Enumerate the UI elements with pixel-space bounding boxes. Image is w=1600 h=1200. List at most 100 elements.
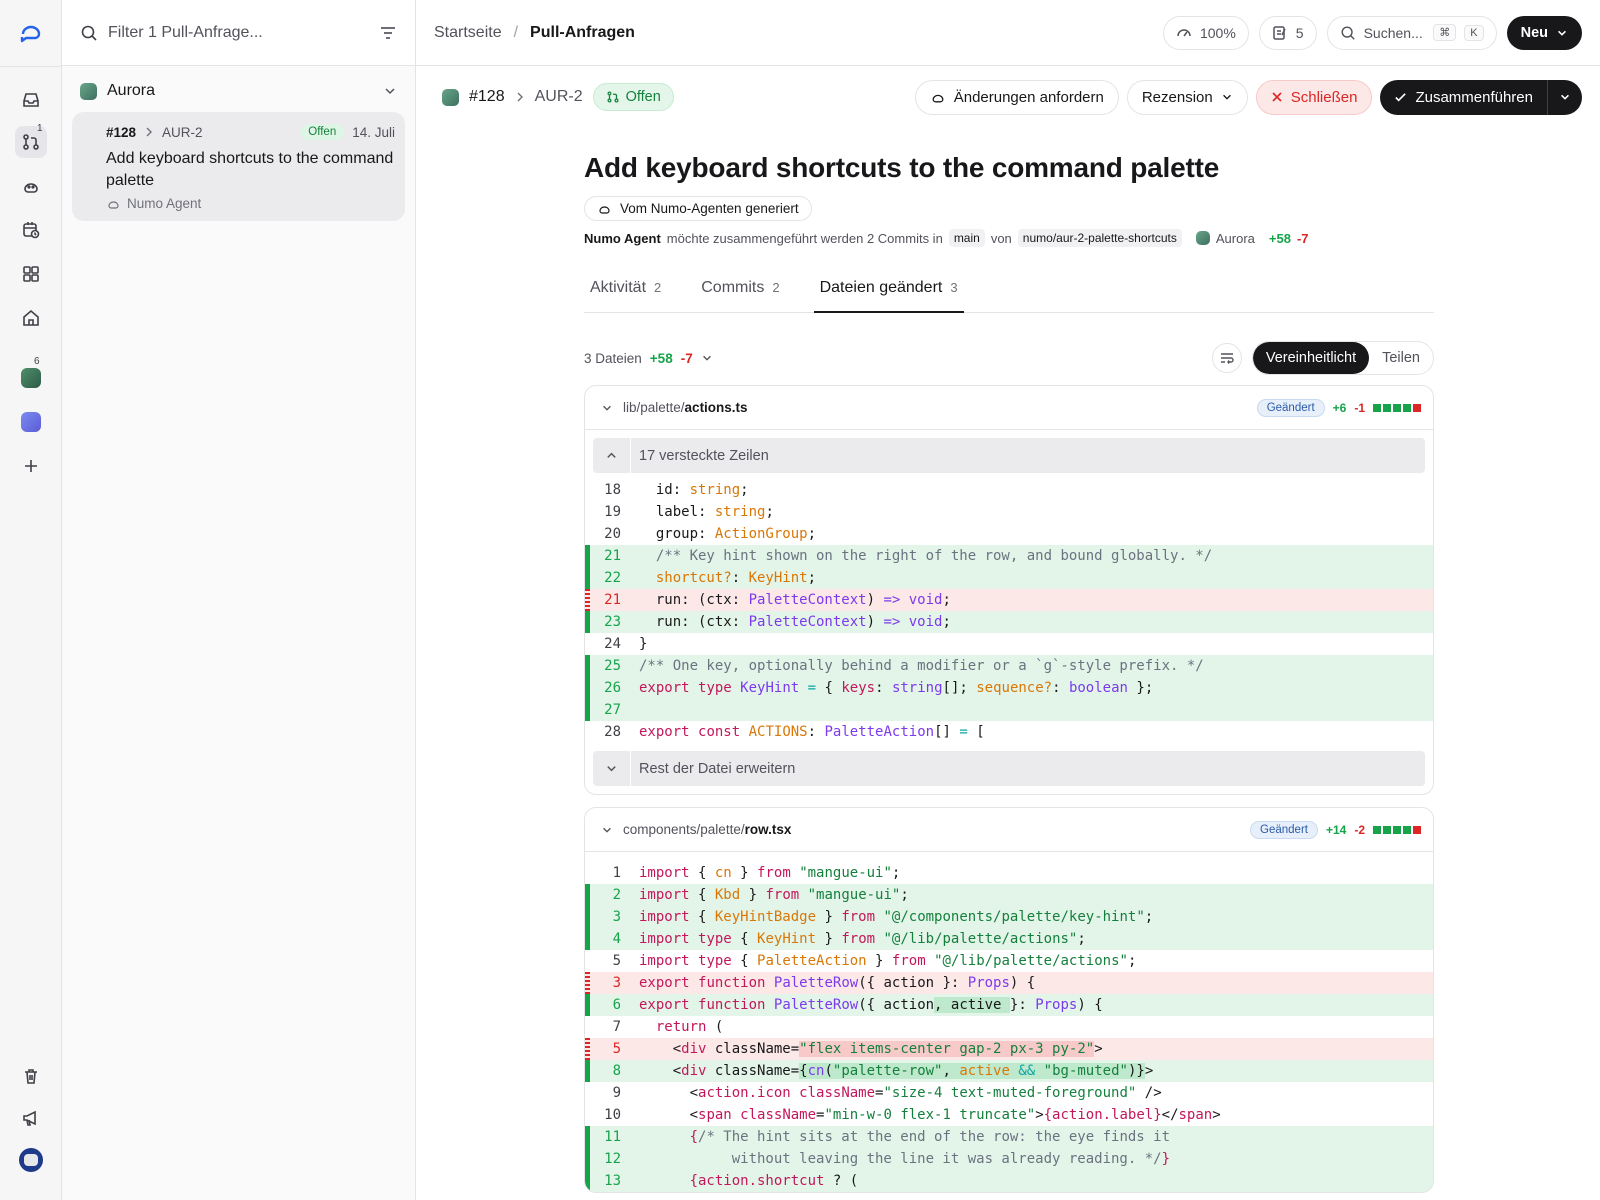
diff-line-added: 12 without leaving the line it was alrea… xyxy=(585,1148,1433,1170)
meta-author[interactable]: Numo Agent xyxy=(584,231,661,246)
diff-line: 18 id: string; xyxy=(604,482,749,498)
kbd-key: K xyxy=(1464,24,1484,41)
diff-line-added: 6 export function PaletteRow({ action, ac… xyxy=(585,994,1433,1016)
meta-repo[interactable]: Aurora xyxy=(1216,231,1255,246)
breadcrumb-home[interactable]: Startseite xyxy=(434,24,502,42)
request-changes-button[interactable]: Änderungen anfordern xyxy=(914,79,1119,115)
chevron-down-icon[interactable] xyxy=(601,402,613,414)
diff-line: 5 import type { PaletteAction } from "@/l… xyxy=(612,953,1137,969)
repo-dot-icon xyxy=(80,82,97,100)
meta-removed: -7 xyxy=(1296,230,1309,246)
head-branch[interactable]: numo/aur-2-palette-shortcuts xyxy=(1017,229,1182,247)
diff-line: 20 group: ActionGroup; xyxy=(604,526,817,542)
diff-line: 19 label: string; xyxy=(604,504,774,520)
repo-purple-icon[interactable] xyxy=(15,406,47,438)
pr-key: AUR-2 xyxy=(162,124,203,140)
pr-author: Numo Agent xyxy=(127,196,202,211)
diffstat-bar xyxy=(1373,825,1421,834)
pr-tabs: Aktivität 2 Commits 2 Dateien geändert 3 xyxy=(584,279,1434,313)
diff-line-added: 22 shortcut?: KeyHint; xyxy=(585,567,1433,589)
diffstat-bar xyxy=(1373,403,1421,412)
megaphone-icon[interactable] xyxy=(15,1102,47,1134)
pulls-badge: 1 xyxy=(37,123,43,134)
chevron-down-icon[interactable] xyxy=(383,84,397,98)
chevron-down-icon[interactable] xyxy=(601,824,613,836)
diff-lines: 1 import { cn } from "mangue-ui"; 2 import… xyxy=(585,862,1433,1192)
view-mode-toggle: Vereinheitlicht Teilen xyxy=(1251,341,1434,375)
pull-requests-icon[interactable]: 1 xyxy=(15,123,47,158)
split-view-button[interactable]: Teilen xyxy=(1369,342,1433,374)
diff-line-added: 13 {action.shortcut ? ( xyxy=(585,1170,1433,1192)
diff-line-removed: 5 <div className="flex items-center gap-… xyxy=(585,1038,1433,1060)
breadcrumb: Startseite / Pull-Anfragen xyxy=(434,23,635,42)
diff-line-removed: 3 export function PaletteRow({ action }: … xyxy=(585,972,1433,994)
diff-line-removed: 21 run: (ctx: PaletteContext) => void; xyxy=(585,589,1433,611)
diff-line-added: 3 import { KeyHintBadge } from "@/compone… xyxy=(585,906,1433,928)
diff-lines: 18 id: string; 19 label: string; 20 grou… xyxy=(585,479,1433,743)
meta-added: +58 xyxy=(1268,230,1291,246)
diff-line: 1 import { cn } from "mangue-ui"; xyxy=(612,865,901,881)
diff-line-added: 25/** One key, optionally behind a modif… xyxy=(585,655,1433,677)
diff-line-added: 27 xyxy=(585,699,1433,721)
page-title: Add keyboard shortcuts to the command pa… xyxy=(584,152,1220,183)
diff-file-header[interactable]: lib/palette/actions.ts Geändert +6 -1 xyxy=(585,386,1433,430)
filter-bar xyxy=(62,0,415,66)
base-branch[interactable]: main xyxy=(948,229,985,247)
grid-icon[interactable] xyxy=(15,258,47,290)
diff-file-header[interactable]: components/palette/row.tsx Geändert +14 … xyxy=(585,808,1433,852)
filter-input[interactable] xyxy=(108,23,369,42)
diff-line-added: 26 export type KeyHint = { keys: string[]… xyxy=(585,677,1433,699)
diff-line: 7 return ( xyxy=(612,1019,724,1035)
repo-dot-icon xyxy=(442,88,459,106)
pr-number: #128 xyxy=(106,124,137,140)
repo-aurora-icon[interactable]: 6 xyxy=(15,356,47,394)
diff-line-added: 4 import type { KeyHint } from "@/lib/pal… xyxy=(585,928,1433,950)
main-panel: Startseite / Pull-Anfragen 100% 5 Suchen… xyxy=(416,0,1600,1200)
pr-key: AUR-2 xyxy=(534,88,583,105)
home-icon[interactable] xyxy=(15,302,47,334)
user-avatar-icon[interactable] xyxy=(15,1144,47,1176)
search-button[interactable]: Suchen... ⌘ K xyxy=(1326,15,1497,50)
search-icon xyxy=(81,25,97,41)
notes-button[interactable]: 5 xyxy=(1258,15,1317,50)
zoom-button[interactable]: 100% xyxy=(1162,15,1249,50)
pr-content: Add keyboard shortcuts to the command pa… xyxy=(584,128,1434,1193)
merge-button[interactable]: Zusammenführen xyxy=(1380,79,1548,115)
diff-file: lib/palette/actions.ts Geändert +6 -1 17… xyxy=(584,385,1434,795)
pull-request-icon xyxy=(607,91,619,103)
merge-options-button[interactable] xyxy=(1548,80,1582,115)
check-icon xyxy=(1395,92,1407,101)
trash-icon[interactable] xyxy=(15,1060,47,1092)
diff-line-added: 21 /** Key hint shown on the right of th… xyxy=(585,545,1433,567)
diff-line: 28 export const ACTIONS: PaletteAction[] … xyxy=(604,724,985,740)
file-name: row.tsx xyxy=(744,822,792,837)
close-button[interactable]: Schließen xyxy=(1255,79,1373,115)
add-icon[interactable] xyxy=(15,450,47,482)
generated-badge: Vom Numo-Agenten generiert xyxy=(584,196,812,221)
unified-view-button[interactable]: Vereinheitlicht xyxy=(1252,342,1370,374)
inbox-icon[interactable] xyxy=(15,84,47,116)
merge-button-group: Zusammenführen xyxy=(1380,79,1582,115)
expand-rest-row[interactable]: Rest der Datei erweitern xyxy=(593,751,1425,786)
hidden-lines-row[interactable]: 17 versteckte Zeilen xyxy=(593,438,1425,473)
new-button[interactable]: Neu xyxy=(1506,15,1582,50)
status-badge: Offen xyxy=(300,124,345,140)
filter-icon[interactable] xyxy=(379,24,397,42)
agent-icon[interactable] xyxy=(15,170,47,202)
list-item[interactable]: #128 AUR-2 Offen 14. Juli Add keyboard s… xyxy=(72,112,405,221)
repo-group-header[interactable]: Aurora xyxy=(62,66,415,108)
chevron-down-icon xyxy=(1558,30,1566,36)
tab-activity[interactable]: Aktivität 2 xyxy=(584,279,667,313)
diff-file: components/palette/row.tsx Geändert +14 … xyxy=(584,807,1434,1193)
files-toolbar: 3 Dateien +58 -7 Vereinheitlicht Teilen xyxy=(584,341,1434,375)
tab-commits[interactable]: Commits 2 xyxy=(695,279,785,313)
file-name: actions.ts xyxy=(684,400,748,415)
calendar-clock-icon[interactable] xyxy=(15,214,47,246)
close-icon xyxy=(1272,92,1282,102)
tab-files-changed[interactable]: Dateien geändert 3 xyxy=(813,279,964,313)
change-badge: Geändert xyxy=(1256,398,1325,417)
app-logo-icon[interactable] xyxy=(15,16,47,48)
chevron-down-icon[interactable] xyxy=(701,352,713,364)
wrap-lines-button[interactable] xyxy=(1211,343,1242,373)
review-button[interactable]: Rezension xyxy=(1126,79,1248,115)
